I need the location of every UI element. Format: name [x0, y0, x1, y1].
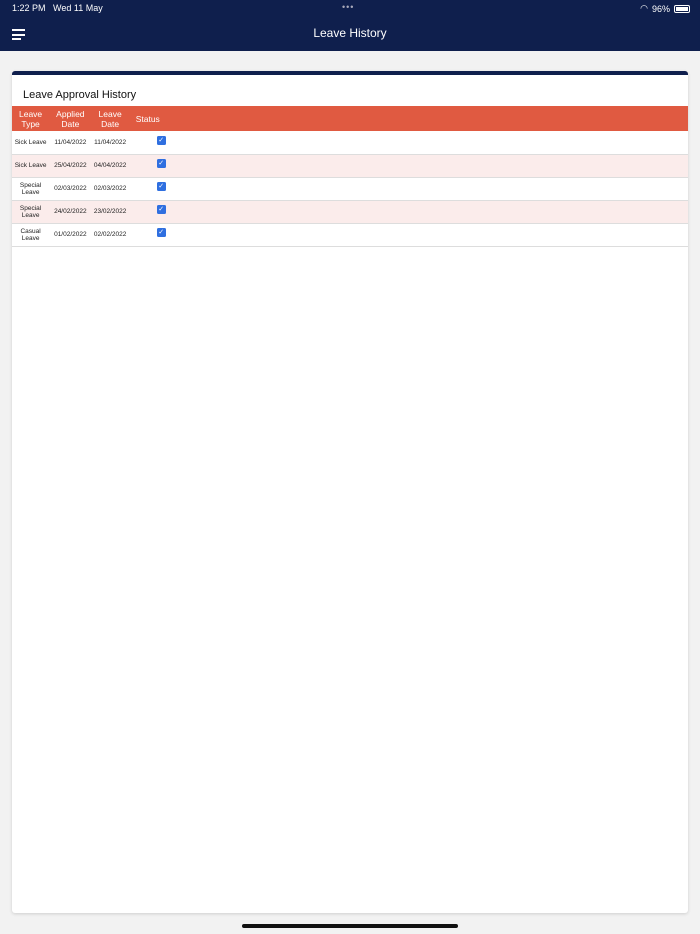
cell-status: ✓	[128, 131, 688, 155]
column-header: Status	[135, 113, 160, 124]
cell-applied: 01/02/2022	[49, 223, 92, 247]
leave-table: Leave Type Applied Date Leave Date Status S…	[12, 106, 688, 247]
cell-applied: 24/02/2022	[49, 200, 92, 224]
cell-applied: 02/03/2022	[49, 177, 92, 201]
cell-leave: 23/02/2022	[91, 200, 129, 224]
cell-leave: 11/04/2022	[91, 131, 129, 155]
cell-type: Special Leave	[12, 200, 50, 224]
cell-status: ✓	[128, 177, 688, 201]
approved-checkbox[interactable]: ✓	[156, 135, 166, 145]
cell-status: ✓	[128, 200, 688, 224]
table-row[interactable]: Sick Leave 11/04/2022 11/04/2022 ✓	[12, 131, 688, 155]
approved-checkbox[interactable]: ✓	[156, 182, 166, 191]
approved-checkbox[interactable]: ✓	[156, 159, 166, 168]
status-time: 1:22 PM Wed 11 May	[12, 3, 103, 13]
cell-type: Sick Leave	[12, 131, 50, 155]
time: 1:22 PM	[12, 3, 46, 13]
cell-leave: 02/03/2022	[91, 177, 129, 201]
top-bar: 1:22 PM Wed 11 May ••• ◠ 96% Leave Histor…	[0, 0, 700, 51]
table-row[interactable]: Special Leave 24/02/2022 23/02/2022 ✓	[12, 200, 688, 224]
table-row[interactable]: Special Leave 02/03/2022 02/03/2022 ✓	[12, 177, 688, 201]
multitask-dots-icon[interactable]: •••	[342, 2, 354, 12]
cell-status: ✓	[128, 154, 688, 178]
card-title: Leave Approval History	[23, 89, 137, 101]
status-right: ◠ 96%	[640, 3, 690, 14]
approved-checkbox[interactable]: ✓	[156, 228, 166, 237]
column-header: Applied Date	[56, 108, 85, 129]
cell-type: Special Leave	[12, 177, 50, 201]
table-row[interactable]: Sick Leave 25/04/2022 04/04/2022 ✓	[12, 154, 688, 178]
column-header: Leave Type	[19, 108, 43, 129]
leave-approval-card: Leave Approval History Leave Type Applied…	[12, 71, 688, 913]
battery-icon	[674, 4, 690, 13]
table-row[interactable]: Casual Leave 01/02/2022 02/02/2022 ✓	[12, 223, 688, 247]
column-header: Leave Date	[98, 108, 122, 129]
cell-status: ✓	[128, 223, 688, 247]
wifi-icon: ◠	[640, 3, 648, 13]
date: Wed 11 May	[53, 3, 103, 13]
cell-leave: 02/02/2022	[91, 223, 129, 247]
battery-percent: 96%	[651, 3, 670, 14]
cell-applied: 11/04/2022	[49, 131, 92, 155]
home-indicator[interactable]	[242, 924, 458, 928]
cell-leave: 04/04/2022	[91, 154, 129, 178]
cell-type: Casual Leave	[12, 223, 50, 247]
cell-type: Sick Leave	[12, 154, 50, 178]
cell-applied: 25/04/2022	[49, 154, 92, 178]
approved-checkbox[interactable]: ✓	[156, 205, 166, 214]
page-title: Leave History	[313, 26, 387, 40]
